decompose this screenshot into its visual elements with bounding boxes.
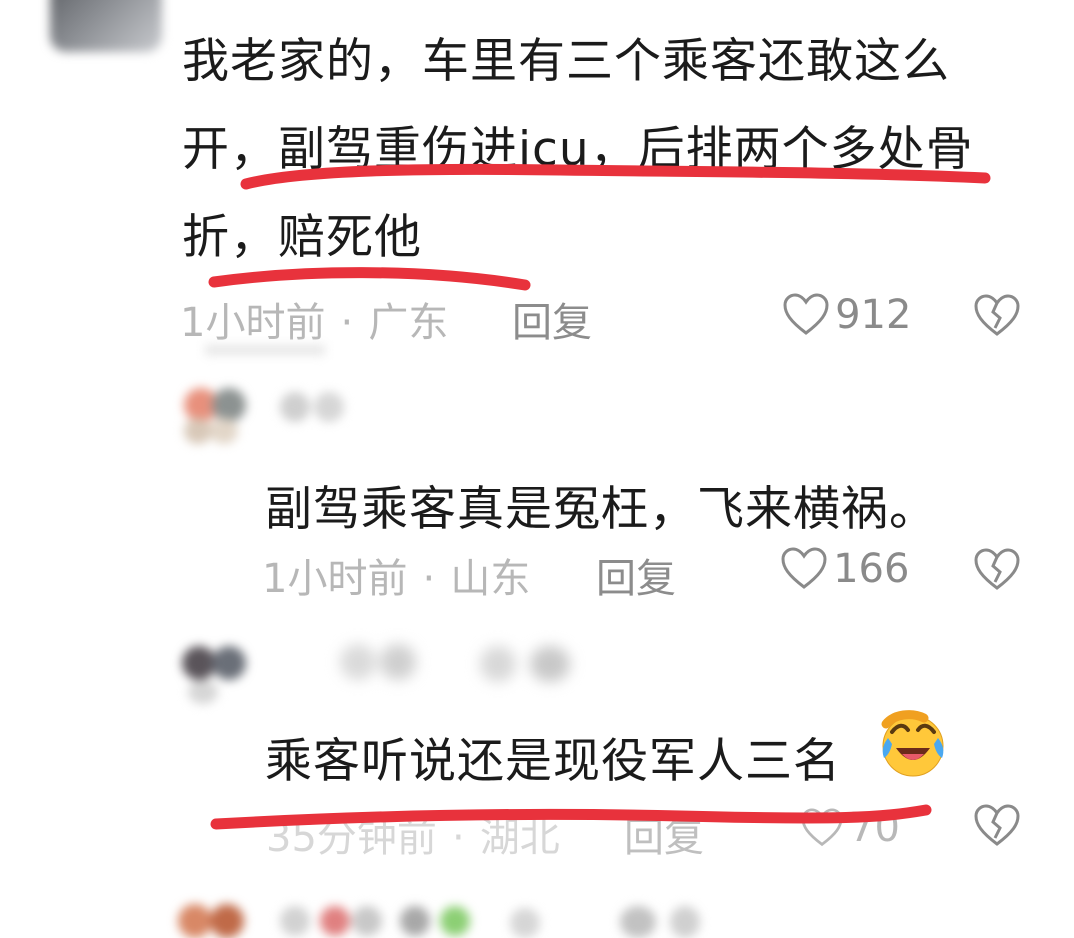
- comment-2-reply-button[interactable]: 回复: [596, 546, 676, 604]
- comment-3-like-count: 70: [849, 805, 900, 851]
- comment-3-like-button[interactable]: 70: [800, 805, 900, 851]
- comment-2-like-button[interactable]: 166: [780, 546, 909, 592]
- broken-heart-icon: [974, 294, 1020, 336]
- avatar-commenter-2[interactable]: [170, 380, 250, 450]
- comment-3-reply-button[interactable]: 回复: [624, 805, 704, 863]
- comment-3-meta: 35分钟前 · 湖北: [266, 805, 560, 863]
- broken-heart-icon: [974, 548, 1020, 590]
- avatar-commenter-3[interactable]: [172, 640, 252, 710]
- comment-2-dislike-button[interactable]: [973, 548, 1021, 596]
- comment-2-meta: 1小时前 · 山东: [262, 546, 530, 604]
- comment-2-text: 副驾乘客真是冤枉，飞来横祸。: [265, 482, 937, 537]
- comment-1-like-count: 912: [835, 292, 912, 338]
- comment-1-line-1: 我老家的，车里有三个乘客还敢这么: [182, 34, 950, 89]
- comment-1-meta: 1小时前 · 广东: [180, 290, 448, 348]
- comment-3-dislike-button[interactable]: [973, 804, 1021, 852]
- comment-2-separator: ·: [422, 556, 436, 602]
- comment-1-separator: ·: [340, 300, 354, 346]
- comment-1-time: 1小时前: [180, 300, 326, 346]
- comment-1-line-3: 折，赔死他: [182, 210, 422, 265]
- comment-1-reply-button[interactable]: 回复: [512, 290, 592, 348]
- heart-outline-icon: [783, 293, 829, 335]
- comment-2-location: 山东: [450, 556, 531, 602]
- comment-3-separator: ·: [452, 815, 465, 861]
- comment-3-location: 湖北: [479, 815, 560, 861]
- commenter-2-name[interactable]: [280, 392, 360, 422]
- comment-3-time: 35分钟前: [266, 815, 437, 861]
- heart-outline-icon: [781, 547, 827, 589]
- comment-3-text: 乘客听说还是现役军人三名: [265, 734, 841, 789]
- avatar-commenter-1[interactable]: [50, 0, 162, 52]
- comment-1-location: 广东: [368, 300, 449, 346]
- broken-heart-icon: [974, 804, 1020, 846]
- comment-1-like-button[interactable]: 912: [782, 292, 911, 338]
- comment-2-like-count: 166: [833, 546, 910, 592]
- comment-1-text: 我老家的，车里有三个乘客还敢这么 开，副驾重伤进icu，后排两个多处骨 折，赔死…: [182, 18, 1042, 282]
- comment-1-line-2: 开，副驾重伤进icu，后排两个多处骨: [182, 122, 974, 177]
- face-with-tears-of-joy-icon: [881, 710, 944, 777]
- comment-2-time: 1小时前: [262, 556, 408, 602]
- blurred-divider: [205, 345, 325, 355]
- comment-1-dislike-button[interactable]: [973, 294, 1021, 342]
- next-comment-header[interactable]: [170, 898, 770, 938]
- heart-outline-icon: [801, 808, 843, 847]
- commenter-3-name[interactable]: [330, 640, 610, 682]
